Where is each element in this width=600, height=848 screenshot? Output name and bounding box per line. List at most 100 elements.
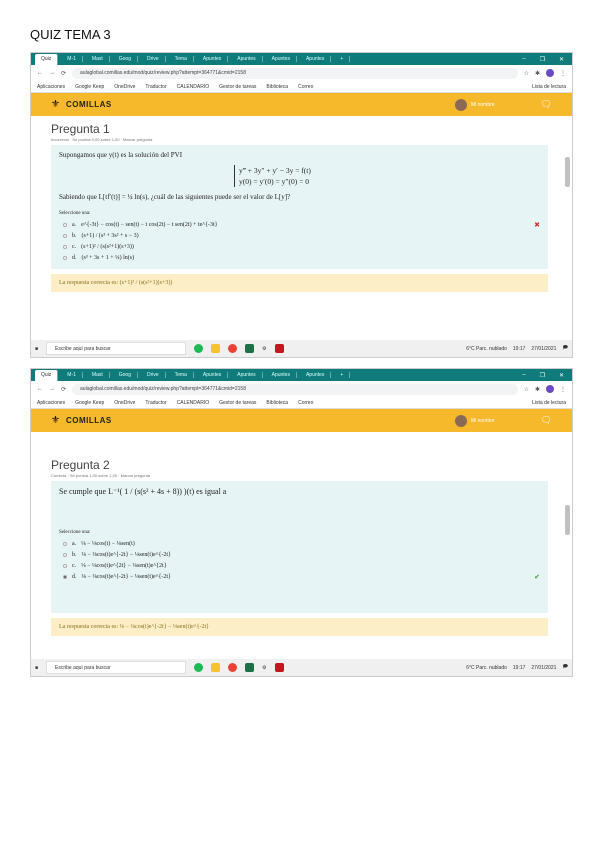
radio[interactable] [63, 255, 67, 260]
close-icon[interactable]: ✕ [559, 372, 564, 379]
option-c[interactable]: c. (s+1)² / (s(s²+1)(s+3)) [59, 241, 540, 252]
forward-icon[interactable]: → [49, 386, 55, 392]
tab[interactable]: Apuntes [197, 372, 229, 378]
option-a[interactable]: a. e^{-3t} − cos(t) − sen(t) − t cos(2t) … [59, 219, 540, 230]
url-input[interactable]: aulaglobal.comillas.edu/mod/quiz/review.… [72, 383, 518, 395]
new-tab-button[interactable]: + [334, 56, 351, 62]
avatar[interactable] [454, 414, 467, 427]
tab[interactable]: Apuntes [266, 372, 297, 378]
tab[interactable]: Apuntes [266, 56, 297, 62]
close-icon[interactable]: ✕ [559, 56, 564, 63]
option-d[interactable]: d. ⅛ − ⅛cos(t)e^{-2t} − ⅛sen(t)e^{-2t} ✔ [59, 571, 540, 582]
windows-icon[interactable]: ■ [35, 346, 38, 352]
bookmark[interactable]: Google Keep [75, 84, 104, 90]
tab[interactable]: Tema [169, 56, 194, 62]
reading-list[interactable]: Lista de lectura [532, 400, 566, 406]
user-name[interactable]: Mi nombre [471, 102, 495, 108]
folder-icon[interactable] [211, 663, 221, 672]
url-input[interactable]: aulaglobal.comillas.edu/mod/quiz/review.… [72, 67, 518, 79]
settings-icon[interactable]: ⚙ [262, 346, 266, 352]
chrome-icon[interactable] [228, 344, 238, 353]
bookmark[interactable]: Correo [298, 400, 313, 406]
site-logo[interactable]: COMILLAS [66, 100, 112, 109]
tab[interactable]: Drive [141, 56, 166, 62]
tab[interactable]: Mast [86, 372, 110, 378]
star-icon[interactable]: ☆ [524, 70, 529, 77]
tab[interactable]: M-1 [61, 56, 83, 62]
bookmark[interactable]: Gestor de tareas [219, 400, 256, 406]
tab[interactable]: Apuntes [231, 56, 263, 62]
menu-icon[interactable]: ⋮ [560, 70, 566, 77]
minimize-icon[interactable]: – [522, 56, 525, 63]
radio[interactable] [63, 222, 67, 227]
extensions-icon[interactable]: ✱ [535, 70, 540, 77]
bookmark[interactable]: CALENDARIO [177, 400, 210, 406]
excel-icon[interactable] [245, 663, 255, 672]
tab[interactable]: Quiz [35, 53, 59, 65]
forward-icon[interactable]: → [49, 70, 55, 76]
profile-icon[interactable] [546, 69, 554, 77]
excel-icon[interactable] [245, 344, 255, 353]
avatar[interactable] [454, 98, 467, 111]
chat-icon[interactable]: 🗨 [541, 415, 552, 426]
scrollbar[interactable] [565, 157, 570, 187]
option-d[interactable]: d. (s³ + 3s + 1 + ¼) ln(s) [59, 252, 540, 263]
tab[interactable]: M-1 [61, 372, 83, 378]
bookmark[interactable]: CALENDARIO [177, 84, 210, 90]
folder-icon[interactable] [211, 344, 221, 353]
notification-icon[interactable]: 🗩 [562, 664, 568, 672]
acrobat-icon[interactable] [274, 663, 284, 672]
site-logo[interactable]: COMILLAS [66, 416, 112, 425]
option-c[interactable]: c. ⅛ − ⅛cos(t)e^{2t} − ⅛sen(t)e^{2t} [59, 560, 540, 571]
bookmark[interactable]: Biblioteca [266, 400, 288, 406]
bookmark[interactable]: Aplicaciones [37, 84, 65, 90]
tab[interactable]: Mast [86, 56, 110, 62]
notification-icon[interactable]: 🗩 [562, 345, 568, 353]
reading-list[interactable]: Lista de lectura [532, 84, 566, 90]
tab[interactable]: Goog [113, 56, 138, 62]
menu-icon[interactable]: ⋮ [560, 386, 566, 393]
back-icon[interactable]: ← [37, 386, 43, 392]
bookmark[interactable]: Traductor [145, 84, 166, 90]
radio-selected[interactable] [63, 574, 67, 579]
radio[interactable] [63, 244, 67, 249]
taskbar-search[interactable]: Escribe aquí para buscar [46, 661, 187, 674]
user-name[interactable]: Mi nombre [471, 418, 495, 424]
maximize-icon[interactable]: ❐ [540, 56, 545, 63]
radio[interactable] [63, 541, 67, 546]
bookmark[interactable]: Google Keep [75, 400, 104, 406]
back-icon[interactable]: ← [37, 70, 43, 76]
option-a[interactable]: a. ⅛ − ⅛cos(t) − ⅛sen(t) [59, 538, 540, 549]
bookmark[interactable]: OneDrive [114, 84, 135, 90]
bookmark[interactable]: Correo [298, 84, 313, 90]
radio[interactable] [63, 233, 67, 238]
spotify-icon[interactable] [194, 663, 204, 672]
tab[interactable]: Tema [169, 372, 194, 378]
star-icon[interactable]: ☆ [524, 386, 529, 393]
bookmark[interactable]: Aplicaciones [37, 400, 65, 406]
weather[interactable]: 6°C Parc. nublado [466, 346, 507, 352]
tab[interactable]: Apuntes [300, 56, 332, 62]
bookmark[interactable]: Gestor de tareas [219, 84, 256, 90]
extensions-icon[interactable]: ✱ [535, 386, 540, 393]
tab[interactable]: Drive [141, 372, 166, 378]
chrome-icon[interactable] [228, 663, 238, 672]
taskbar-search[interactable]: Escribe aquí para buscar [46, 342, 187, 355]
tab[interactable]: Apuntes [197, 56, 229, 62]
tab[interactable]: Quiz [35, 369, 59, 381]
spotify-icon[interactable] [194, 344, 204, 353]
acrobat-icon[interactable] [274, 344, 284, 353]
bookmark[interactable]: OneDrive [114, 400, 135, 406]
tab[interactable]: Apuntes [231, 372, 263, 378]
scrollbar[interactable] [565, 505, 570, 535]
radio[interactable] [63, 563, 67, 568]
new-tab-button[interactable]: + [334, 372, 351, 378]
profile-icon[interactable] [546, 385, 554, 393]
radio[interactable] [63, 552, 67, 557]
bookmark[interactable]: Biblioteca [266, 84, 288, 90]
reload-icon[interactable]: ⟳ [61, 386, 66, 393]
maximize-icon[interactable]: ❐ [540, 372, 545, 379]
minimize-icon[interactable]: – [522, 372, 525, 379]
settings-icon[interactable]: ⚙ [262, 665, 266, 671]
bookmark[interactable]: Traductor [145, 400, 166, 406]
